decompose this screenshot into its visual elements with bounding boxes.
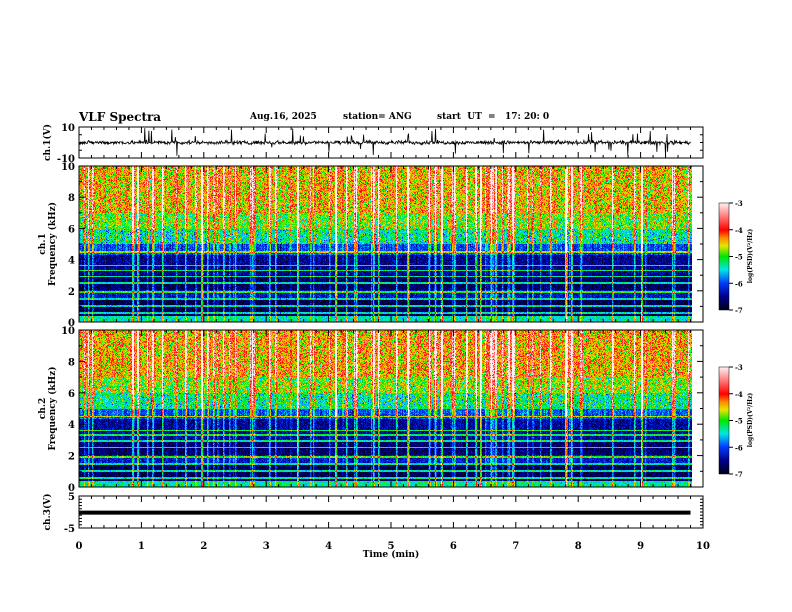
y-tick-label: 8: [68, 193, 75, 204]
y-tick-label: -5: [64, 524, 75, 535]
x-tick-label: 9: [637, 541, 644, 552]
colorbar-tick-label: -6: [735, 279, 743, 288]
y-axis-label: ch.3(V): [42, 494, 53, 531]
colorbar-tick-label: -7: [735, 306, 743, 315]
x-tick-label: 2: [200, 541, 207, 552]
vlf-spectra-figure: VLF Spectra Aug.16, 2025 station= ANG st…: [0, 0, 792, 612]
colorbar-tick-label: -5: [735, 253, 743, 262]
y-tick-label: 6: [68, 224, 75, 235]
x-tick-label: 0: [76, 541, 83, 552]
y-axis-label: Frequency (kHz): [47, 366, 58, 450]
y-tick-label: 4: [68, 420, 75, 431]
colorbar-tick-label: -3: [735, 199, 743, 208]
colorbar-label: log(PSD)(V²/Hz): [747, 393, 754, 448]
y-tick-label: 5: [68, 492, 75, 503]
y-tick-label: 8: [68, 357, 75, 368]
colorbar-tick-label: -5: [735, 417, 743, 426]
panel-frame-2: [78, 329, 704, 488]
colorbar-label: log(PSD)(V²/Hz): [747, 229, 754, 284]
colorbar-frame: [718, 202, 730, 311]
y-axis-label: Frequency (kHz): [47, 202, 58, 286]
y-axis-label: ch.1(V): [42, 124, 53, 161]
y-tick-label: 2: [68, 452, 75, 463]
colorbar-tick-label: -3: [735, 363, 743, 372]
y-tick-label: 10: [61, 162, 75, 173]
x-tick-label: 1: [138, 541, 145, 552]
x-tick-label: 10: [696, 541, 710, 552]
x-tick-label: 7: [512, 541, 519, 552]
y-tick-label: 10: [61, 123, 75, 134]
x-tick-label: 8: [575, 541, 582, 552]
y-tick-label: 2: [68, 287, 75, 298]
ch1-waveform-line: [78, 128, 691, 157]
panel-frame-1: [78, 165, 704, 323]
colorbar-tick-label: -4: [735, 226, 743, 235]
y-tick-label: 6: [68, 389, 75, 400]
y-axis-label: ch.2: [38, 398, 48, 419]
x-tick-label: 6: [450, 541, 457, 552]
x-tick-label: 4: [325, 541, 332, 552]
axes-overlay: 10-10ch.1(V)0246810ch.1 Frequency (kHz) -3…: [38, 123, 754, 560]
colorbar-tick-label: -4: [735, 390, 743, 399]
y-tick-label: 10: [61, 326, 75, 337]
colorbar-tick-label: -6: [735, 443, 743, 452]
colorbar-tick-label: -7: [735, 470, 743, 479]
x-axis-label: Time (min): [363, 549, 420, 560]
y-axis-label: ch.1: [38, 233, 48, 254]
y-tick-label: 4: [68, 256, 75, 267]
x-tick-label: 3: [263, 541, 270, 552]
colorbar-frame: [718, 366, 730, 475]
